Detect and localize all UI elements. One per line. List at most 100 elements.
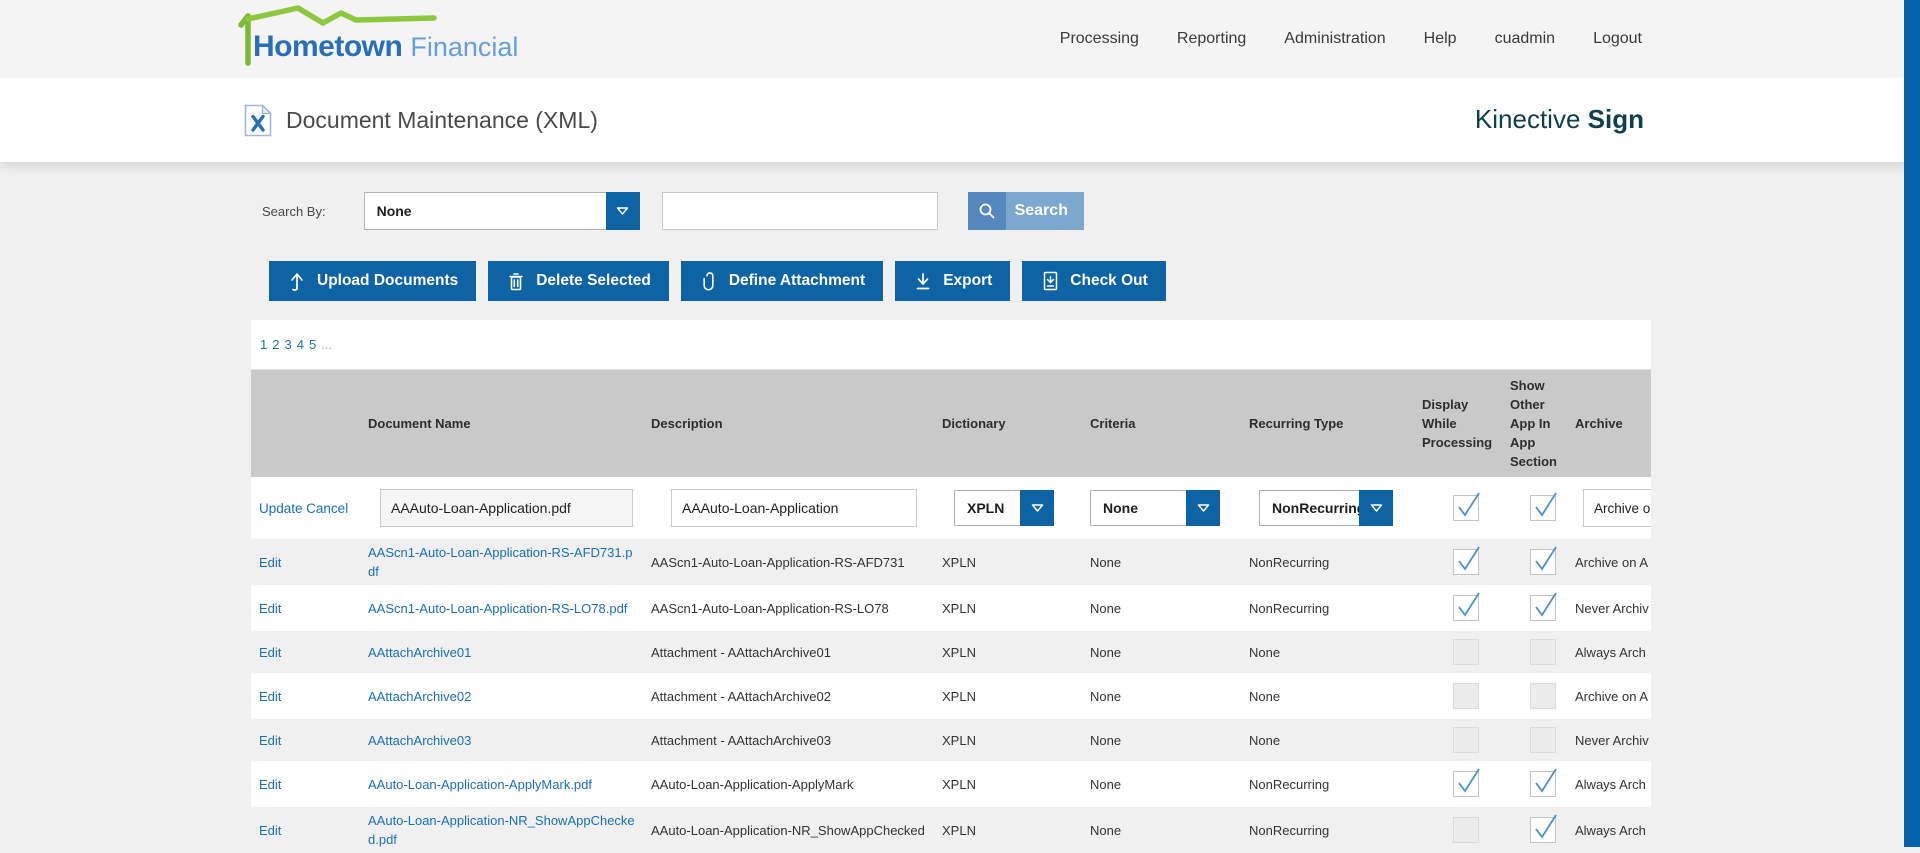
document-name-link[interactable]: AAuto-Loan-Application-NR_ShowAppChecked… xyxy=(368,813,635,847)
criteria-cell: None xyxy=(1090,630,1249,674)
document-name-input[interactable] xyxy=(380,489,633,527)
nav-item-administration[interactable]: Administration xyxy=(1284,30,1385,48)
show-other-app-checkbox[interactable] xyxy=(1530,495,1556,521)
edit-link[interactable]: Edit xyxy=(259,645,281,660)
display-while-processing-checkbox xyxy=(1453,639,1479,665)
nav-item-help[interactable]: Help xyxy=(1424,30,1457,48)
page-link-4[interactable]: 4 xyxy=(297,337,304,352)
check-mark-icon xyxy=(1455,546,1481,572)
document-name-link[interactable]: AAScn1-Auto-Loan-Application-RS-AFD731.p… xyxy=(368,545,632,579)
update-link[interactable]: Update xyxy=(259,501,303,516)
archive-cell: Always Arch xyxy=(1575,630,1651,674)
display-while-processing-checkbox xyxy=(1453,595,1479,621)
export-button[interactable]: Export xyxy=(895,261,1010,301)
col-header-description: Description xyxy=(651,370,942,478)
display-while-processing-checkbox xyxy=(1453,817,1479,843)
brand-name-secondary: Financial xyxy=(410,32,518,62)
chevron-down-icon[interactable] xyxy=(1359,490,1393,526)
show-other-app-checkbox xyxy=(1530,595,1556,621)
document-name-link[interactable]: AAttachArchive01 xyxy=(368,645,471,660)
search-button[interactable]: Search xyxy=(968,192,1084,230)
dictionary-dropdown[interactable]: XPLN xyxy=(954,490,1054,526)
check-out-document-icon xyxy=(1040,270,1060,292)
edit-link[interactable]: Edit xyxy=(259,689,281,704)
recurring-type-dropdown[interactable]: NonRecurring xyxy=(1259,490,1393,526)
page-link-2[interactable]: 2 xyxy=(272,337,279,352)
delete-selected-button[interactable]: Delete Selected xyxy=(488,261,669,301)
edit-link[interactable]: Edit xyxy=(259,823,281,838)
table-row: Edit AAScn1-Auto-Loan-Application-RS-LO7… xyxy=(251,586,1651,630)
table-row: Edit AAuto-Loan-Application-NR_ShowAppCh… xyxy=(251,806,1651,853)
nav-item-processing[interactable]: Processing xyxy=(1060,30,1139,48)
check-mark-icon xyxy=(1455,492,1481,518)
check-mark-icon xyxy=(1532,592,1558,618)
archive-dropdown[interactable]: Archive o xyxy=(1583,489,1651,527)
main-nav: Processing Reporting Administration Help cua… xyxy=(1060,0,1642,78)
upload-documents-button[interactable]: Upload Documents xyxy=(269,261,476,301)
page-link-5[interactable]: 5 xyxy=(309,337,316,352)
product-name-bold: Sign xyxy=(1588,104,1644,134)
product-name-regular: Kinective xyxy=(1475,104,1581,134)
description-cell: Attachment - AAttachArchive02 xyxy=(651,674,942,718)
description-cell: AAuto-Loan-Application-ApplyMark xyxy=(651,762,942,806)
edit-link[interactable]: Edit xyxy=(259,601,281,616)
col-header-recurring-type: Recurring Type xyxy=(1249,370,1422,478)
check-mark-icon xyxy=(1455,768,1481,794)
chevron-down-icon[interactable] xyxy=(1020,490,1054,526)
chevron-down-icon[interactable] xyxy=(606,192,640,230)
search-by-dropdown[interactable]: None xyxy=(364,192,640,230)
documents-table: 12345... Document Name Description Dicti… xyxy=(251,320,1651,853)
edit-link[interactable]: Edit xyxy=(259,777,281,792)
dictionary-cell: XPLN xyxy=(942,674,1090,718)
criteria-dropdown[interactable]: None xyxy=(1090,490,1220,526)
display-while-processing-checkbox[interactable] xyxy=(1453,495,1479,521)
download-icon xyxy=(913,270,933,292)
upload-icon xyxy=(287,270,307,292)
col-header-archive: Archive xyxy=(1575,370,1651,478)
dictionary-cell: XPLN xyxy=(942,762,1090,806)
col-header-document-name: Document Name xyxy=(368,370,651,478)
document-name-link[interactable]: AAttachArchive02 xyxy=(368,689,471,704)
search-icon xyxy=(968,192,1006,230)
document-name-link[interactable]: AAuto-Loan-Application-ApplyMark.pdf xyxy=(368,777,592,792)
edit-link[interactable]: Edit xyxy=(259,733,281,748)
recurring-type-cell: None xyxy=(1249,630,1422,674)
check-out-button[interactable]: Check Out xyxy=(1022,261,1166,301)
dictionary-cell: XPLN xyxy=(942,630,1090,674)
table-edit-row: Update Cancel XPLN xyxy=(251,478,1651,538)
page-link-3[interactable]: 3 xyxy=(284,337,291,352)
toolbar: Upload Documents Delete Selected Define … xyxy=(269,261,1920,301)
check-mark-icon xyxy=(1532,492,1558,518)
description-input[interactable] xyxy=(671,489,917,527)
paperclip-icon xyxy=(699,270,719,292)
document-name-link[interactable]: AAScn1-Auto-Loan-Application-RS-LO78.pdf xyxy=(368,601,627,616)
display-while-processing-checkbox xyxy=(1453,549,1479,575)
display-while-processing-checkbox xyxy=(1453,683,1479,709)
show-other-app-checkbox xyxy=(1530,683,1556,709)
document-name-link[interactable]: AAttachArchive03 xyxy=(368,733,471,748)
cancel-link[interactable]: Cancel xyxy=(306,501,348,516)
nav-item-logout[interactable]: Logout xyxy=(1593,30,1642,48)
recurring-type-cell: NonRecurring xyxy=(1249,806,1422,853)
hometown-financial-logo[interactable]: Hometown Financial xyxy=(238,4,568,76)
right-scrollbar[interactable] xyxy=(1904,0,1920,847)
edit-link[interactable]: Edit xyxy=(259,555,281,570)
criteria-cell: None xyxy=(1090,762,1249,806)
page-link-1[interactable]: 1 xyxy=(260,337,267,352)
show-other-app-checkbox xyxy=(1530,727,1556,753)
chevron-down-icon[interactable] xyxy=(1186,490,1220,526)
title-band: Document Maintenance (XML) Kinective Sig… xyxy=(0,78,1920,162)
search-by-label: Search By: xyxy=(262,204,326,219)
criteria-cell: None xyxy=(1090,538,1249,586)
show-other-app-checkbox xyxy=(1530,639,1556,665)
nav-item-cuadmin[interactable]: cuadmin xyxy=(1495,30,1555,48)
table-row: Edit AAuto-Loan-Application-ApplyMark.pd… xyxy=(251,762,1651,806)
xml-document-icon xyxy=(244,104,272,137)
brand-name-primary: Hometown xyxy=(253,30,402,63)
dictionary-cell: XPLN xyxy=(942,718,1090,762)
dictionary-cell: XPLN xyxy=(942,806,1090,853)
search-input[interactable] xyxy=(662,192,938,230)
define-attachment-button[interactable]: Define Attachment xyxy=(681,261,883,301)
archive-cell: Never Archiv xyxy=(1575,718,1651,762)
nav-item-reporting[interactable]: Reporting xyxy=(1177,30,1246,48)
